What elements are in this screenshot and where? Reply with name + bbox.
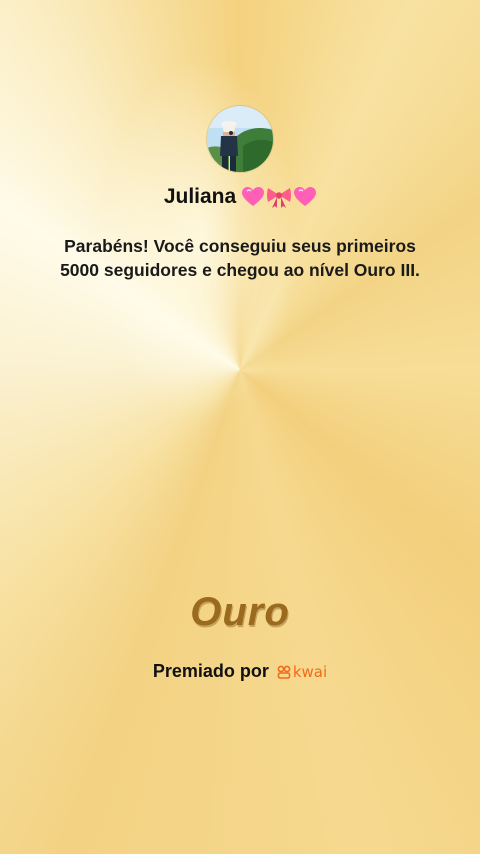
- username-emojis: [242, 186, 317, 208]
- ribbon-icon: [267, 188, 292, 208]
- achievement-card: Juliana Parabéns! Você conseguiu seus pr…: [0, 0, 480, 854]
- brand-name: kwai: [292, 662, 328, 681]
- username: Juliana: [163, 185, 237, 208]
- kwai-icon: [277, 665, 291, 679]
- pink-heart-icon: [294, 187, 317, 206]
- tier-label: Ouro: [190, 590, 290, 634]
- kwai-logo: kwai: [277, 663, 327, 681]
- awarded-by-label: Premiado por: [152, 661, 269, 681]
- avatar: [207, 106, 273, 172]
- awarded-by-row: Premiado por kwai: [0, 661, 480, 682]
- username-row: Juliana: [0, 182, 480, 212]
- congratulations-message: Parabéns! Você conseguiu seus primeiros …: [60, 236, 420, 280]
- pink-heart-icon: [242, 187, 265, 206]
